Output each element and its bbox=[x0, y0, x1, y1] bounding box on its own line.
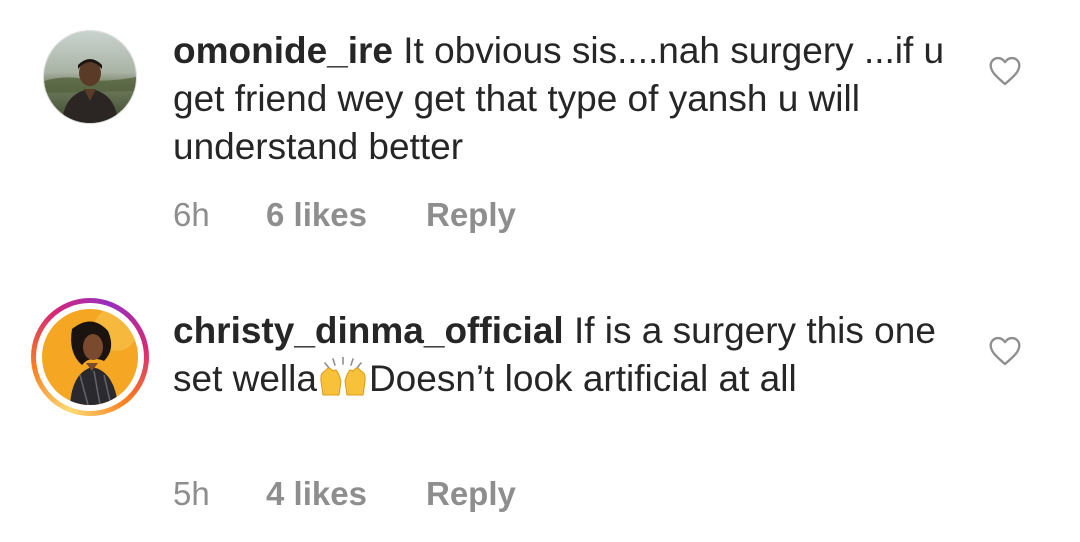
avatar-photo bbox=[44, 31, 136, 123]
comment-meta: 6h 6 likes Reply bbox=[173, 196, 516, 234]
comment-username[interactable]: omonide_ire bbox=[173, 30, 393, 71]
comment-text-continued: Doesn’t look artificial at all bbox=[368, 358, 797, 399]
reply-button[interactable]: Reply bbox=[426, 475, 516, 513]
comment-username[interactable]: christy_dinma_official bbox=[173, 310, 564, 351]
comment-body: omonide_ire It obvious sis....nah surger… bbox=[173, 27, 973, 171]
comment-item: omonide_ire It obvious sis....nah surger… bbox=[0, 0, 1080, 260]
raising-hands-emoji bbox=[317, 356, 369, 409]
comment-body: christy_dinma_official If is a surgery t… bbox=[173, 307, 973, 409]
comment-likes-count[interactable]: 4 likes bbox=[266, 475, 426, 513]
reply-button[interactable]: Reply bbox=[426, 196, 516, 234]
comment-likes-count[interactable]: 6 likes bbox=[266, 196, 426, 234]
heart-outline-icon[interactable] bbox=[988, 56, 1022, 86]
comment-timestamp: 6h bbox=[173, 196, 210, 233]
comment-timestamp: 5h bbox=[173, 475, 210, 512]
story-ring bbox=[31, 298, 149, 416]
avatar-with-story-ring[interactable] bbox=[31, 298, 149, 416]
heart-outline-icon[interactable] bbox=[988, 336, 1022, 366]
comment-meta: 5h 4 likes Reply bbox=[173, 475, 516, 513]
avatar-photo bbox=[42, 309, 138, 405]
comment-item: christy_dinma_official If is a surgery t… bbox=[0, 280, 1080, 542]
avatar[interactable] bbox=[43, 30, 137, 124]
